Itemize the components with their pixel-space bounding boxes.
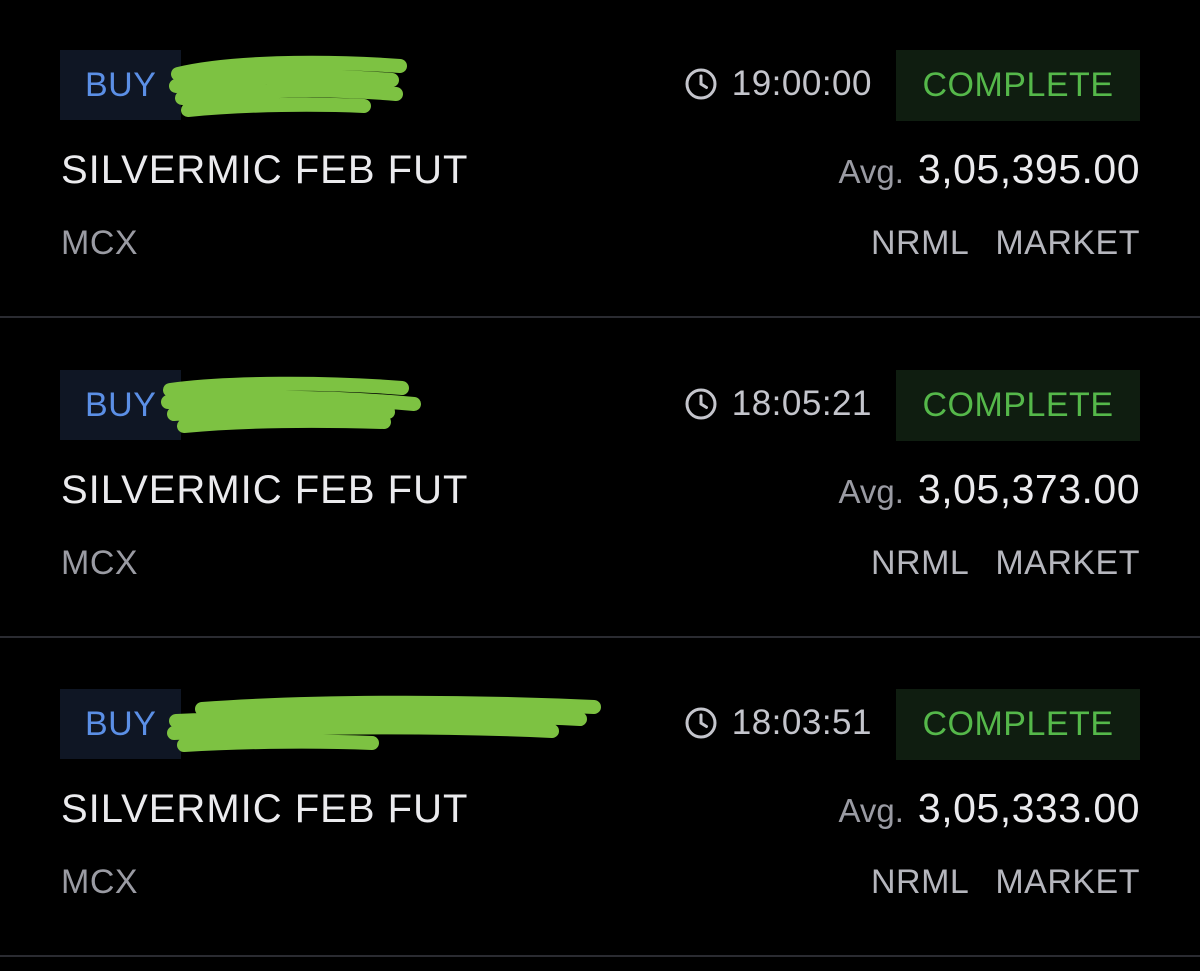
avg-price: Avg. 3,05,333.00	[838, 785, 1140, 832]
order-time-value: 19:00:00	[731, 64, 872, 103]
avg-price-value: 3,05,395.00	[917, 146, 1140, 192]
order-type: MARKET	[995, 544, 1140, 582]
instrument-name: SILVERMIC FEB FUT	[61, 468, 469, 512]
order-time: 19:00:00	[684, 60, 872, 108]
clock-icon	[685, 388, 717, 420]
order-time-value: 18:05:21	[731, 384, 872, 423]
order-type: MARKET	[995, 224, 1140, 262]
order-tags: NRML MARKET	[871, 224, 1140, 263]
order-time-value: 18:03:51	[731, 703, 872, 742]
order-time: 18:05:21	[684, 380, 872, 428]
exchange-label: MCX	[61, 544, 139, 582]
status-badge: COMPLETE	[896, 50, 1140, 121]
avg-price-value: 3,05,373.00	[917, 466, 1140, 512]
product-type: NRML	[870, 863, 970, 901]
order-row[interactable]: BUY 18:05:21 COMPLETE SILVERMIC FEB FUT …	[0, 320, 1200, 638]
avg-price: Avg. 3,05,373.00	[838, 466, 1140, 513]
redaction-mark	[167, 695, 601, 752]
order-tags: NRML MARKET	[871, 863, 1140, 902]
order-row[interactable]: BUY 18:03:51 COMPLETE SILVERMIC FEB FUT …	[0, 639, 1200, 957]
avg-label: Avg.	[838, 792, 904, 829]
product-type: NRML	[870, 224, 970, 262]
side-badge: BUY	[60, 50, 181, 120]
status-badge: COMPLETE	[896, 370, 1140, 441]
order-type: MARKET	[995, 863, 1140, 901]
product-type: NRML	[870, 544, 970, 582]
order-time: 18:03:51	[684, 699, 872, 747]
avg-label: Avg.	[838, 473, 904, 510]
order-row[interactable]: BUY 19:00:00 COMPLETE SILVERMIC FEB FUT …	[0, 0, 1200, 318]
order-tags: NRML MARKET	[871, 544, 1140, 583]
instrument-name: SILVERMIC FEB FUT	[61, 787, 469, 831]
exchange-label: MCX	[61, 863, 139, 901]
avg-price-value: 3,05,333.00	[917, 785, 1140, 831]
exchange-label: MCX	[61, 224, 139, 262]
redaction-mark	[161, 376, 421, 433]
avg-price: Avg. 3,05,395.00	[838, 146, 1140, 193]
status-badge: COMPLETE	[896, 689, 1140, 760]
avg-label: Avg.	[838, 153, 904, 190]
instrument-name: SILVERMIC FEB FUT	[61, 148, 469, 192]
clock-icon	[685, 68, 717, 100]
clock-icon	[685, 707, 717, 739]
redaction-mark	[169, 55, 407, 117]
orders-list: BUY 19:00:00 COMPLETE SILVERMIC FEB FUT …	[0, 0, 1200, 971]
